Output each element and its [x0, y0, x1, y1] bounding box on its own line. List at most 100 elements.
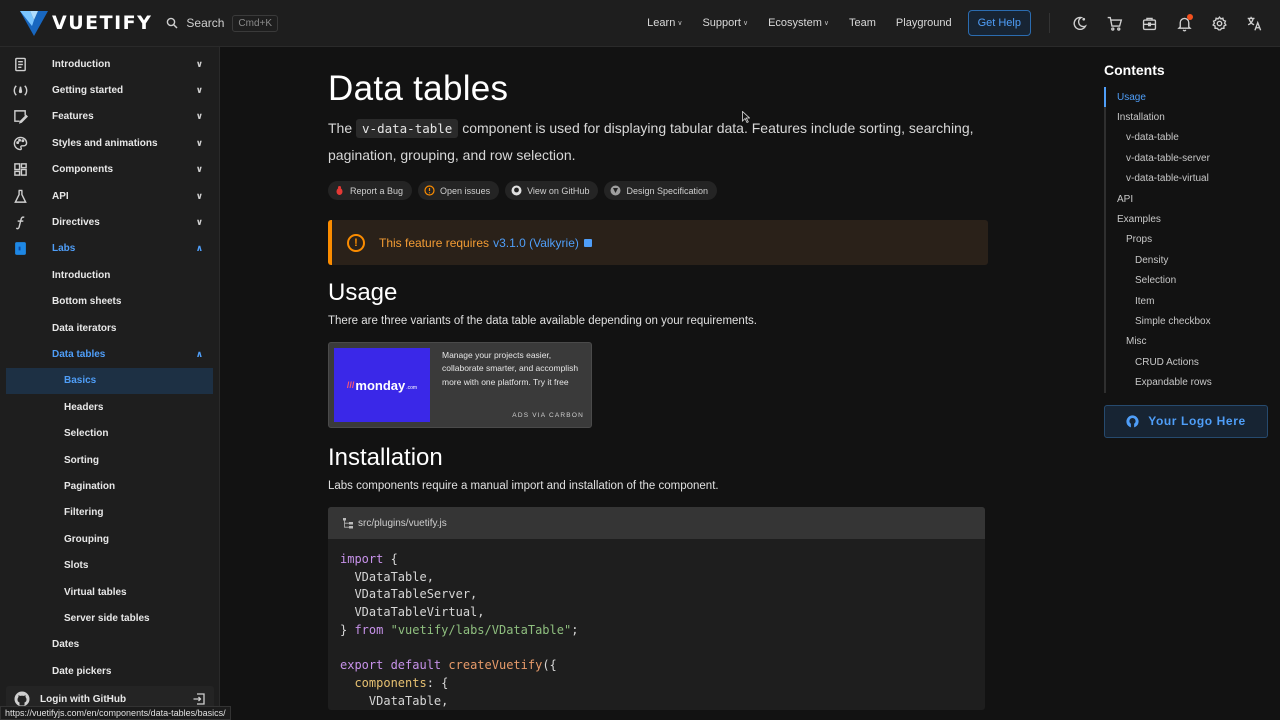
sponsor-button[interactable]: Your Logo Here — [1104, 404, 1268, 438]
alert-circle-icon — [424, 185, 435, 196]
github-icon — [14, 691, 30, 707]
toc-item[interactable]: Selection — [1106, 271, 1269, 291]
sidebar-item-selection[interactable]: Selection — [0, 420, 219, 446]
sidebar-item-grouping[interactable]: Grouping — [0, 526, 219, 552]
nav-learn[interactable]: Learn ∨ — [647, 17, 682, 29]
code-line: import { — [340, 551, 973, 569]
sidebar-item-introduction[interactable]: Introduction ∨ — [0, 51, 219, 77]
sidebar-item-basics[interactable]: Basics — [6, 367, 213, 395]
chevron-down-icon: ∨ — [195, 190, 203, 201]
language-button[interactable] — [1237, 8, 1272, 38]
sidebar-item-label: Server side tables — [64, 612, 150, 624]
search-icon — [167, 17, 178, 29]
sidebar-item-label: Styles and animations — [52, 137, 158, 149]
page-title: Data tables — [328, 69, 509, 108]
release-link[interactable]: v3.1.0 (Valkyrie) — [493, 236, 579, 250]
ad-image[interactable]: ///monday .com — [334, 348, 430, 422]
sidebar-item-api[interactable]: API ∨ — [0, 183, 219, 209]
toc-item[interactable]: Simple checkbox — [1106, 311, 1269, 331]
nav-playground[interactable]: Playground — [896, 17, 952, 29]
nav-support-label: Support — [702, 17, 741, 29]
toc-item[interactable]: CRUD Actions — [1106, 352, 1269, 372]
vuetify-logo[interactable]: VUETIFY — [20, 10, 152, 36]
sidebar-item-label: Dates — [52, 639, 80, 651]
sidebar-item-directives[interactable]: Directives ∨ — [0, 209, 219, 235]
theme-icon — [1073, 16, 1087, 30]
nav-ecosystem[interactable]: Ecosystem ∨ — [768, 17, 829, 29]
get-help-button[interactable]: Get Help — [967, 10, 1031, 36]
code-token: : { — [426, 675, 449, 690]
sidebar-item-slots[interactable]: Slots — [0, 552, 219, 578]
theme-toggle-button[interactable] — [1062, 8, 1097, 38]
design-spec-chip[interactable]: Design Specification — [604, 181, 717, 200]
notification-badge — [1187, 14, 1193, 20]
version-alert: ! This feature requires v3.1.0 (Valkyrie… — [328, 220, 988, 265]
github-chip[interactable]: View on GitHub — [505, 181, 599, 200]
sidebar-item-components[interactable]: Components ∨ — [0, 157, 219, 183]
sidebar-item-bottom-sheets[interactable]: Bottom sheets — [0, 289, 219, 315]
open-issues-chip[interactable]: Open issues — [418, 181, 500, 200]
toc-item[interactable]: Misc — [1106, 332, 1269, 352]
sidebar-item-filtering[interactable]: Filtering — [0, 500, 219, 526]
code-token: } — [340, 622, 355, 637]
sidebar-item-virtual-tables[interactable]: Virtual tables — [0, 579, 219, 605]
sidebar-item-sorting[interactable]: Sorting — [0, 447, 219, 473]
chevron-down-icon: ∨ — [742, 20, 749, 27]
chip-label: Open issues — [440, 185, 491, 196]
code-file-header: src/plugins/vuetify.js — [328, 507, 985, 539]
sidebar-item-server-side-tables[interactable]: Server side tables — [0, 605, 219, 631]
sidebar-item-features[interactable]: Features ∨ — [0, 104, 219, 130]
toc-item[interactable]: Installation — [1106, 107, 1269, 127]
ad-via-label[interactable]: ADS VIA CARBON — [512, 412, 584, 419]
sidebar-item-labs-introduction[interactable]: Introduction — [0, 262, 219, 288]
nav-team[interactable]: Team — [849, 17, 876, 29]
jobs-button[interactable] — [1132, 8, 1167, 38]
ad-text[interactable]: Manage your projects easier, collaborate… — [442, 349, 582, 389]
monday-logo-icon: /// — [346, 380, 355, 390]
sidebar-item-pagination[interactable]: Pagination — [0, 473, 219, 499]
sidebar-item-label: Slots — [64, 560, 89, 572]
sidebar-item-labs[interactable]: Labs ∧ — [0, 236, 219, 262]
toc-item[interactable]: Density — [1106, 250, 1269, 270]
flask-icon — [12, 188, 28, 204]
search-button[interactable]: Search Cmd+K — [166, 14, 279, 32]
cart-button[interactable] — [1097, 8, 1132, 38]
vuetify-logo-icon — [20, 11, 48, 36]
toolbar-divider — [1049, 13, 1050, 33]
nav-ecosystem-label: Ecosystem — [768, 17, 822, 29]
sidebar-item-label: Grouping — [64, 533, 109, 545]
sidebar-item-date-pickers[interactable]: Date pickers — [0, 658, 219, 684]
report-bug-chip[interactable]: Report a Bug — [328, 181, 413, 200]
code-token: VDataTableVirtual, — [340, 605, 485, 620]
toc-item[interactable]: API — [1106, 189, 1269, 209]
toc-item[interactable]: Usage — [1104, 87, 1269, 108]
toc-item[interactable]: Expandable rows — [1106, 372, 1269, 392]
toc-item[interactable]: Props — [1106, 230, 1269, 250]
toc-item[interactable]: Item — [1106, 291, 1269, 311]
ad-brand: monday — [355, 377, 406, 393]
toc-item[interactable]: Examples — [1106, 209, 1269, 229]
cart-icon — [1107, 16, 1123, 31]
code-token: ({ — [542, 658, 557, 673]
sidebar-item-dates[interactable]: Dates — [0, 632, 219, 658]
toc-item[interactable]: v-data-table-server — [1106, 148, 1269, 168]
book-icon — [12, 56, 28, 72]
sidebar-item-headers[interactable]: Headers — [0, 394, 219, 420]
carbon-ad[interactable]: ///monday .com Manage your projects easie… — [328, 342, 592, 428]
code-line: VDataTable, — [340, 693, 973, 711]
chip-label: Report a Bug — [350, 185, 404, 196]
sidebar-item-label: Basics — [64, 375, 97, 387]
sidebar-item-label: Labs — [52, 243, 76, 255]
notifications-button[interactable] — [1167, 8, 1202, 38]
sidebar-item-styles[interactable]: Styles and animations ∨ — [0, 130, 219, 156]
settings-button[interactable] — [1202, 8, 1237, 38]
nav-support[interactable]: Support ∨ — [702, 17, 748, 29]
sidebar-item-data-tables[interactable]: Data tables ∧ — [0, 341, 219, 367]
toc-item[interactable]: v-data-table-virtual — [1106, 169, 1269, 189]
sidebar-item-data-iterators[interactable]: Data iterators — [0, 315, 219, 341]
toc-item[interactable]: v-data-table — [1106, 128, 1269, 148]
sidebar-item-label: Headers — [64, 401, 104, 413]
sidebar-item-getting-started[interactable]: Getting started ∨ — [0, 77, 219, 103]
function-icon — [12, 215, 28, 231]
sidebar-item-label: Virtual tables — [64, 586, 127, 598]
